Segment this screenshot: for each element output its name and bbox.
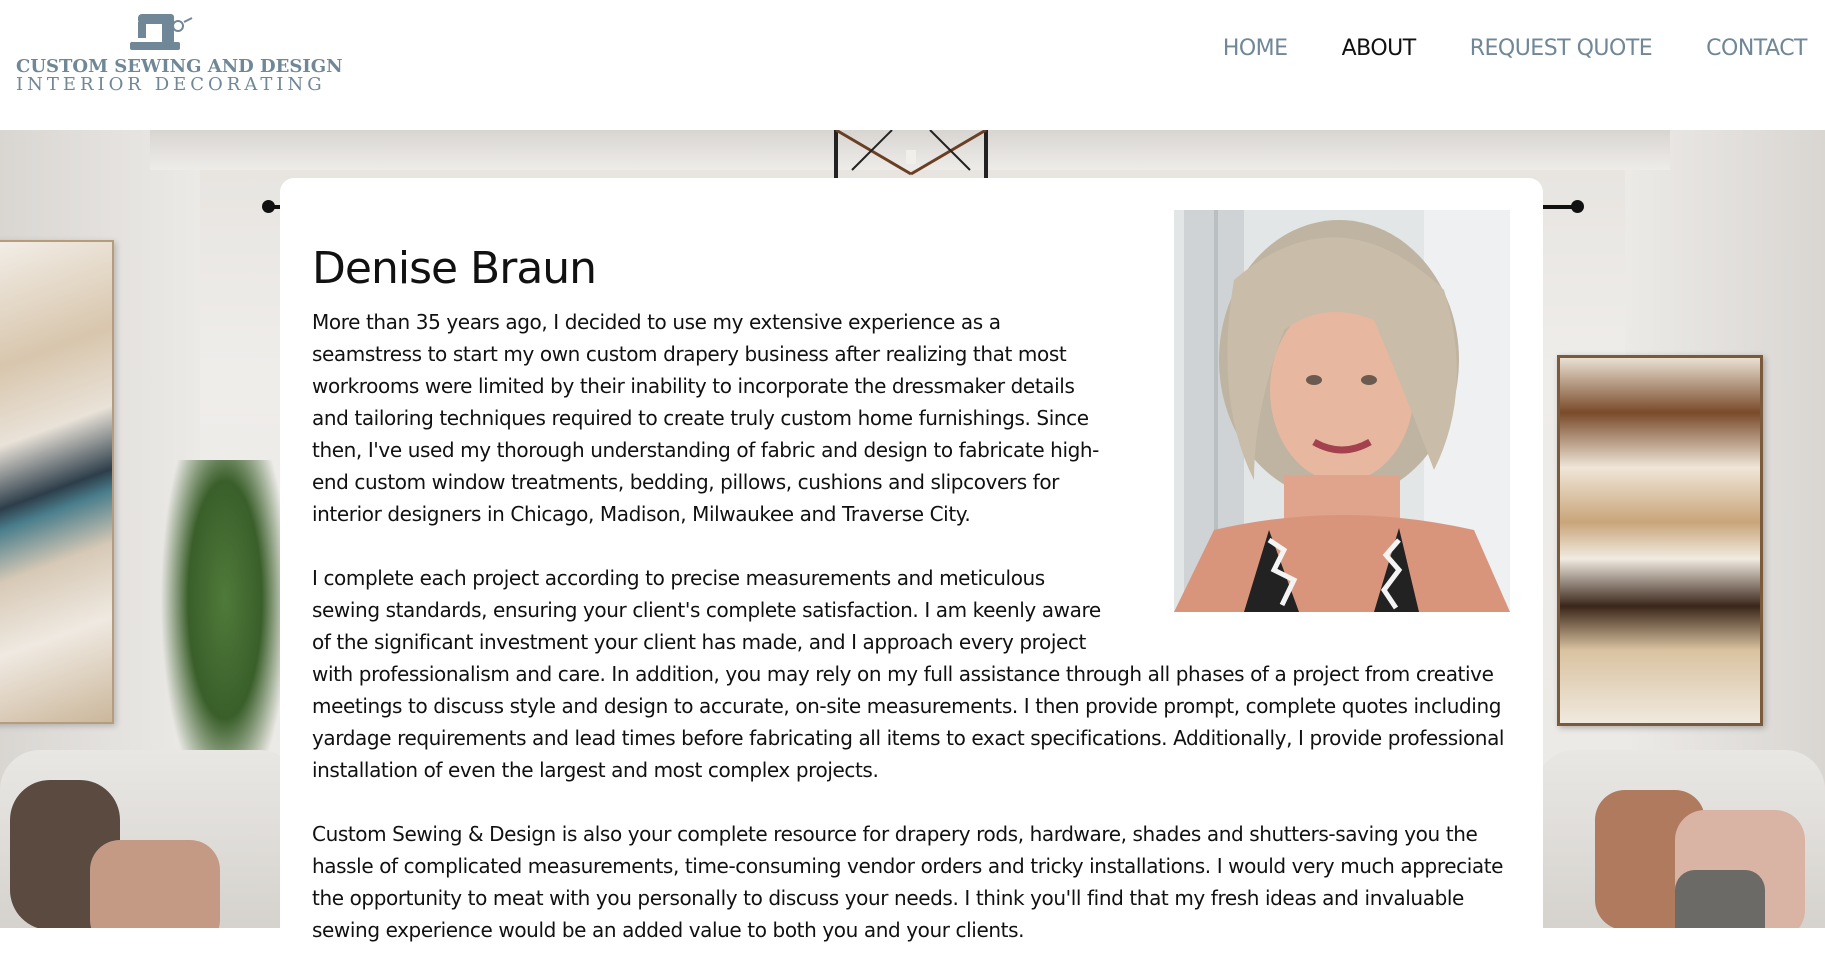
sewing-machine-icon [130, 14, 193, 50]
nav-about-link[interactable]: ABOUT [1342, 36, 1417, 61]
logo-subtitle: INTERIOR DECORATING [16, 74, 326, 95]
main-nav: HOME ABOUT REQUEST QUOTE CONTACT [1223, 36, 1808, 61]
about-paragraph-3: Custom Sewing & Design is also your comp… [312, 822, 1504, 942]
page-title: Denise Braun [312, 243, 597, 295]
abstract-painting-left [0, 240, 114, 724]
curtain-rod-right [1540, 200, 1584, 213]
site-logo[interactable]: CUSTOM SEWING AND DESIGN INTERIOR DECORA… [16, 8, 343, 95]
chandelier-image [834, 130, 988, 178]
abstract-painting-right [1557, 355, 1763, 726]
about-body: More than 35 years ago, I decided to use… [312, 306, 1512, 978]
site-header: CUSTOM SEWING AND DESIGN INTERIOR DECORA… [0, 0, 1825, 130]
image-float-spacer [1112, 306, 1512, 636]
nav-home-link[interactable]: HOME [1223, 36, 1288, 61]
pillow-right [1675, 870, 1765, 928]
about-card: Denise Braun More than 35 years ago, I d… [280, 178, 1543, 958]
pillow-left [90, 840, 220, 928]
nav-contact-link[interactable]: CONTACT [1706, 36, 1807, 61]
nav-request-quote-link[interactable]: REQUEST QUOTE [1470, 36, 1653, 61]
